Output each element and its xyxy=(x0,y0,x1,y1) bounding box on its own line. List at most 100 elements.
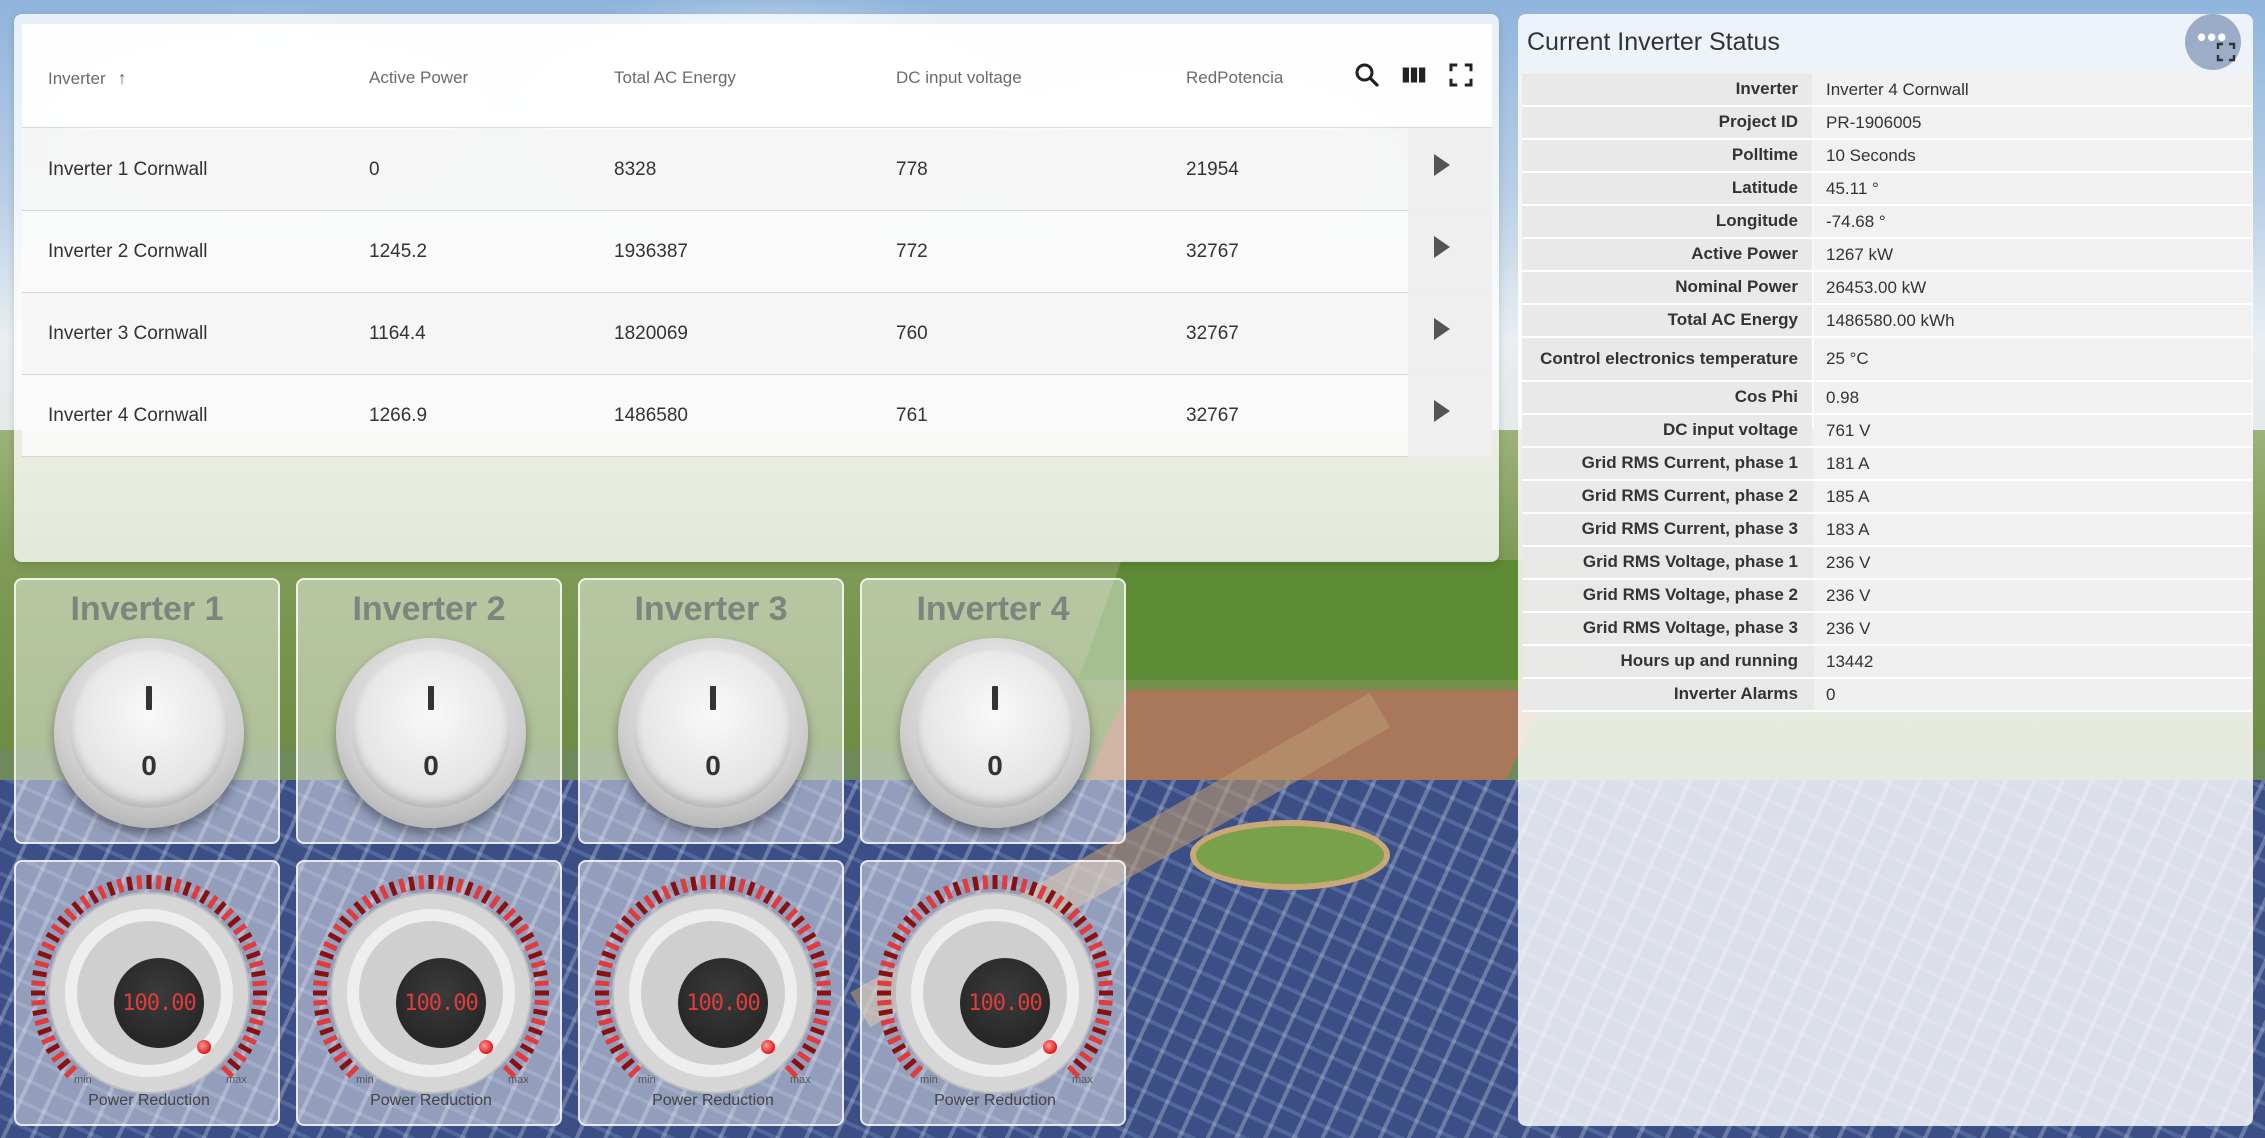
table-row[interactable]: Inverter 1 Cornwall 0 8328 778 21954 xyxy=(22,129,1492,211)
gauge-tick xyxy=(962,878,971,894)
gauge-tick xyxy=(252,999,267,1006)
gauge-tick xyxy=(338,915,353,929)
gauge-tick xyxy=(87,889,100,905)
status-field-value: 181 A xyxy=(1814,448,2252,479)
status-field-key: DC input voltage xyxy=(1522,415,1812,446)
power-switch-knob[interactable]: 0 xyxy=(900,638,1090,828)
gauge-tick xyxy=(464,881,474,897)
gauge-display: 100.00 xyxy=(678,958,768,1048)
search-icon[interactable] xyxy=(1352,60,1382,90)
status-field-key: Grid RMS Voltage, phase 1 xyxy=(1522,547,1812,578)
gauge-tick xyxy=(886,940,902,952)
row-expand-button[interactable] xyxy=(1408,375,1492,457)
gauge-label: Power Reduction xyxy=(652,1092,774,1109)
gauge-tick xyxy=(106,881,116,897)
gauge-min-label: min xyxy=(638,1074,656,1086)
power-reduction-gauge-tile: 100.00 min max Power Reduction xyxy=(578,860,844,1126)
power-reduction-gauge-tile: 100.00 min max Power Reduction xyxy=(296,860,562,1126)
gauge-tick xyxy=(250,1008,266,1016)
cell-total-ac-energy: 1486580 xyxy=(614,405,688,426)
status-field-row: Grid RMS Voltage, phase 2 236 V xyxy=(1522,580,2252,613)
gauge-tick xyxy=(245,950,261,960)
gauge-tick xyxy=(332,923,348,936)
status-field-value: 0 xyxy=(1814,679,2252,710)
power-switch-knob[interactable]: 0 xyxy=(336,638,526,828)
column-header-inverter[interactable]: Inverter ↑ xyxy=(48,68,127,89)
gauge-tick xyxy=(1001,875,1008,890)
status-field-key: Total AC Energy xyxy=(1522,305,1812,336)
row-expand-button[interactable] xyxy=(1408,293,1492,375)
status-field-value: -74.68 ° xyxy=(1814,206,2252,237)
column-header-active-power[interactable]: Active Power xyxy=(369,68,468,88)
row-expand-button[interactable] xyxy=(1408,211,1492,293)
power-switch-knob[interactable]: 0 xyxy=(54,638,244,828)
gauge-tick xyxy=(601,1026,617,1036)
gauge-tick xyxy=(519,1042,535,1055)
sort-ascending-icon[interactable]: ↑ xyxy=(118,68,127,89)
gauge-tick xyxy=(509,915,524,929)
status-field-value: Inverter 4 Cornwall xyxy=(1814,74,2252,105)
cell-inverter: Inverter 3 Cornwall xyxy=(48,323,208,344)
column-header-dc-input-voltage[interactable]: DC input voltage xyxy=(896,68,1022,88)
power-reduction-gauge[interactable]: 100.00 min max Power Reduction xyxy=(590,870,836,1116)
gauge-tick xyxy=(31,999,46,1006)
gauge-tick xyxy=(50,923,66,936)
status-field-key: Grid RMS Voltage, phase 3 xyxy=(1522,613,1812,644)
row-expand-button[interactable] xyxy=(1408,129,1492,211)
power-reduction-gauge[interactable]: 100.00 min max Power Reduction xyxy=(26,870,272,1116)
power-reduction-gauge[interactable]: 100.00 min max Power Reduction xyxy=(308,870,554,1116)
gauge-tick xyxy=(896,923,912,936)
table-row[interactable]: Inverter 3 Cornwall 1164.4 1820069 760 3… xyxy=(22,293,1492,375)
cell-active-power: 1245.2 xyxy=(369,241,428,262)
gauge-tick xyxy=(627,907,642,922)
gauge-tick xyxy=(45,1042,61,1055)
status-field-row: Grid RMS Voltage, phase 1 236 V xyxy=(1522,547,2252,580)
gauge-tick xyxy=(164,876,172,892)
gauge-tick xyxy=(1094,1017,1110,1026)
gauge-tick xyxy=(213,900,227,915)
gauge-led-indicator xyxy=(479,1040,493,1054)
column-header-total-ac-energy[interactable]: Total AC Energy xyxy=(614,68,736,88)
gauge-tick xyxy=(63,907,78,922)
gauge-tick xyxy=(369,889,382,905)
switch-on-mark xyxy=(428,686,434,710)
status-field-value: 0.98 xyxy=(1814,382,2252,413)
cell-inverter: Inverter 4 Cornwall xyxy=(48,405,208,426)
power-switch-knob[interactable]: 0 xyxy=(618,638,808,828)
status-field-row: Latitude 45.11 ° xyxy=(1522,173,2252,206)
gauge-tick xyxy=(651,889,664,905)
gauge-tick xyxy=(670,881,680,897)
gauge-tick xyxy=(601,950,617,960)
status-field-key: Active Power xyxy=(1522,239,1812,270)
status-field-value: 45.11 ° xyxy=(1814,173,2252,204)
gauge-tick xyxy=(598,1017,614,1026)
gauge-tick xyxy=(1078,1050,1094,1063)
status-field-value: 26453.00 kW xyxy=(1814,272,2252,303)
gauge-tick xyxy=(1091,950,1107,960)
status-field-row: Polltime 10 Seconds xyxy=(1522,140,2252,173)
gauge-tick xyxy=(45,931,61,944)
gauge-tick xyxy=(1088,940,1104,952)
status-field-value: 25 °C xyxy=(1814,338,2252,380)
table-row[interactable]: Inverter 4 Cornwall 1266.9 1486580 761 3… xyxy=(22,375,1492,457)
table-row[interactable]: Inverter 2 Cornwall 1245.2 1936387 772 3… xyxy=(22,211,1492,293)
columns-icon[interactable] xyxy=(1399,60,1429,90)
status-field-row: Inverter Alarms 0 xyxy=(1522,679,2252,712)
status-field-key: Polltime xyxy=(1522,140,1812,171)
column-header-redpotencia[interactable]: RedPotencia xyxy=(1186,68,1283,88)
gauge-tick xyxy=(643,894,656,910)
fullscreen-icon[interactable] xyxy=(2214,40,2238,64)
gauge-tick xyxy=(136,875,143,890)
power-reduction-gauge[interactable]: 100.00 min max Power Reduction xyxy=(872,870,1118,1116)
status-field-list: Inverter Inverter 4 Cornwall Project ID PR-… xyxy=(1522,74,2252,712)
play-arrow-icon xyxy=(1434,318,1450,340)
gauge-tick xyxy=(635,900,649,915)
gauge-tick xyxy=(809,950,825,960)
gauge-tick xyxy=(1052,894,1065,910)
fullscreen-icon[interactable] xyxy=(1446,60,1476,90)
gauge-tick xyxy=(332,1050,348,1063)
gauge-tick xyxy=(816,980,831,987)
gauge-tick xyxy=(248,960,264,969)
status-field-key: Latitude xyxy=(1522,173,1812,204)
cell-dc-input-voltage: 772 xyxy=(896,241,928,262)
